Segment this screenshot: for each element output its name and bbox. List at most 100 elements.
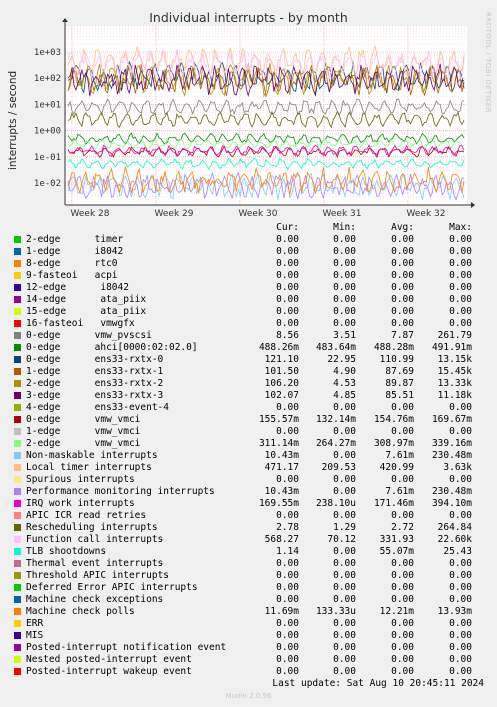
- legend-avg: 420.99: [379, 462, 414, 473]
- legend-max: 22.60k: [437, 534, 472, 545]
- legend-row: Local timer interrupts 471.17 209.53 420.99…: [0, 462, 497, 474]
- legend-avg: 0.00: [391, 426, 414, 437]
- legend-row: 9-fasteoi acpi 0.00 0.00 0.00 0.00: [0, 270, 497, 282]
- legend-row: Nested posted-interrupt event 0.00 0.00 0.0…: [0, 654, 497, 666]
- legend-swatch: [14, 416, 21, 423]
- legend-swatch: [14, 572, 21, 579]
- legend-max: 491.91m: [431, 342, 472, 353]
- legend-min: 0.00: [333, 474, 356, 485]
- legend-swatch: [14, 476, 21, 483]
- legend-min: 3.51: [333, 330, 356, 341]
- legend-min: 70.12: [327, 534, 356, 545]
- legend-row: 12-edge i8042 0.00 0.00 0.00 0.00: [0, 282, 497, 294]
- legend-name: 16-fasteoi vmwgfx: [26, 318, 135, 329]
- legend-avg: 87.69: [385, 366, 414, 377]
- legend-min: 132.14m: [315, 414, 356, 425]
- legend-swatch: [14, 368, 21, 375]
- legend-min: 0.00: [333, 546, 356, 557]
- legend-cur: 1.14: [276, 546, 299, 557]
- chart-plot: 1e-02 1e-01 1e+00 1e+01 1e+02 1e+03 Week 28 Wee…: [34, 18, 475, 219]
- legend-max: 0.00: [449, 594, 472, 605]
- legend-name: Machine check exceptions: [26, 594, 164, 605]
- legend-name: MIS: [26, 630, 44, 641]
- legend-name: Non-maskable interrupts: [26, 450, 158, 461]
- legend-name: 3-edge ens33-rxtx-3: [26, 390, 164, 401]
- legend-swatch: [14, 344, 21, 351]
- legend-swatch: [14, 620, 21, 627]
- header-min: Min:: [333, 222, 356, 233]
- legend-max: 3.63k: [443, 462, 472, 473]
- legend-avg: 0.00: [391, 570, 414, 581]
- legend-cur: 0.00: [276, 402, 299, 413]
- legend-row: Deferred Error APIC interrupts 0.00 0.00 0.…: [0, 582, 497, 594]
- legend-swatch: [14, 236, 21, 243]
- legend-cur: 471.17: [264, 462, 299, 473]
- legend-min: 0.00: [333, 510, 356, 521]
- legend-min: 133.33u: [315, 606, 356, 617]
- legend-name: 1-edge ens33-rxtx-1: [26, 366, 164, 377]
- legend-min: 0.00: [333, 426, 356, 437]
- legend-cur: 11.69m: [264, 606, 299, 617]
- legend-swatch: [14, 488, 21, 495]
- legend-swatch: [14, 668, 21, 675]
- legend-max: 0.00: [449, 294, 472, 305]
- legend-swatch: [14, 584, 21, 591]
- legend-row: 15-edge ata_piix 0.00 0.00 0.00 0.00: [0, 306, 497, 318]
- legend-max: 0.00: [449, 258, 472, 269]
- legend-max: 13.33k: [437, 378, 472, 389]
- legend-cur: 0.00: [276, 666, 299, 677]
- legend-row: 4-edge ens33-event-4 0.00 0.00 0.00 0.00: [0, 402, 497, 414]
- legend-row: 8-edge rtc0 0.00 0.00 0.00 0.00: [0, 258, 497, 270]
- legend-cur: 0.00: [276, 654, 299, 665]
- legend-name: Spurious interrupts: [26, 474, 135, 485]
- x-axis-arrow: [471, 202, 475, 208]
- legend-cur: 0.00: [276, 246, 299, 257]
- legend-avg: 488.28m: [373, 342, 414, 353]
- legend-avg: 0.00: [391, 666, 414, 677]
- legend-swatch: [14, 248, 21, 255]
- legend-name: Deferred Error APIC interrupts: [26, 582, 198, 593]
- legend-max: 230.48m: [431, 486, 472, 497]
- legend-swatch: [14, 500, 21, 507]
- legend-cur: 102.07: [264, 390, 299, 401]
- legend-swatch: [14, 284, 21, 291]
- legend-name: Thermal event interrupts: [26, 558, 164, 569]
- legend-max: 0.00: [449, 402, 472, 413]
- legend-max: 0.00: [449, 306, 472, 317]
- legend-name: 8-edge rtc0: [26, 258, 118, 269]
- legend-cur: 0.00: [276, 582, 299, 593]
- legend-avg: 85.51: [385, 390, 414, 401]
- legend-name: 14-edge ata_piix: [26, 294, 147, 305]
- legend-swatch: [14, 548, 21, 555]
- legend-avg: 0.00: [391, 246, 414, 257]
- legend-min: 0.00: [333, 282, 356, 293]
- x-tick-label: Week 31: [323, 209, 362, 219]
- legend-row: 0-edge ens33-rxtx-0 121.10 22.95 110.99 13.1…: [0, 354, 497, 366]
- legend-max: 264.84: [437, 522, 472, 533]
- legend-min: 0.00: [333, 570, 356, 581]
- legend-min: 0.00: [333, 402, 356, 413]
- legend-name: Nested posted-interrupt event: [26, 654, 192, 665]
- legend-min: 4.53: [333, 378, 356, 389]
- legend-name: 1-edge i8042: [26, 246, 124, 257]
- legend-row: 0-edge vmw_vmci 155.57m 132.14m 154.76m 169.…: [0, 414, 497, 426]
- legend-name: APIC ICR read retries: [26, 510, 147, 521]
- legend-avg: 0.00: [391, 234, 414, 245]
- legend-row: Machine check polls 11.69m 133.33u 12.21m 13…: [0, 606, 497, 618]
- legend-avg: 7.61m: [385, 486, 414, 497]
- legend-avg: 171.46m: [373, 498, 414, 509]
- legend-row: TLB shootdowns 1.14 0.00 55.07m 25.43: [0, 546, 497, 558]
- legend-swatch: [14, 332, 21, 339]
- legend-swatch: [14, 536, 21, 543]
- legend-avg: 0.00: [391, 258, 414, 269]
- legend-row: Rescheduling interrupts 2.78 1.29 2.72 264.8…: [0, 522, 497, 534]
- legend-max: 0.00: [449, 282, 472, 293]
- legend-min: 0.00: [333, 654, 356, 665]
- legend-cur: 0.00: [276, 558, 299, 569]
- legend-min: 1.29: [333, 522, 356, 533]
- legend-swatch: [14, 596, 21, 603]
- legend-avg: 0.00: [391, 558, 414, 569]
- legend-avg: 110.99: [379, 354, 414, 365]
- legend-avg: 2.72: [391, 522, 414, 533]
- legend-row: APIC ICR read retries 0.00 0.00 0.00 0.00: [0, 510, 497, 522]
